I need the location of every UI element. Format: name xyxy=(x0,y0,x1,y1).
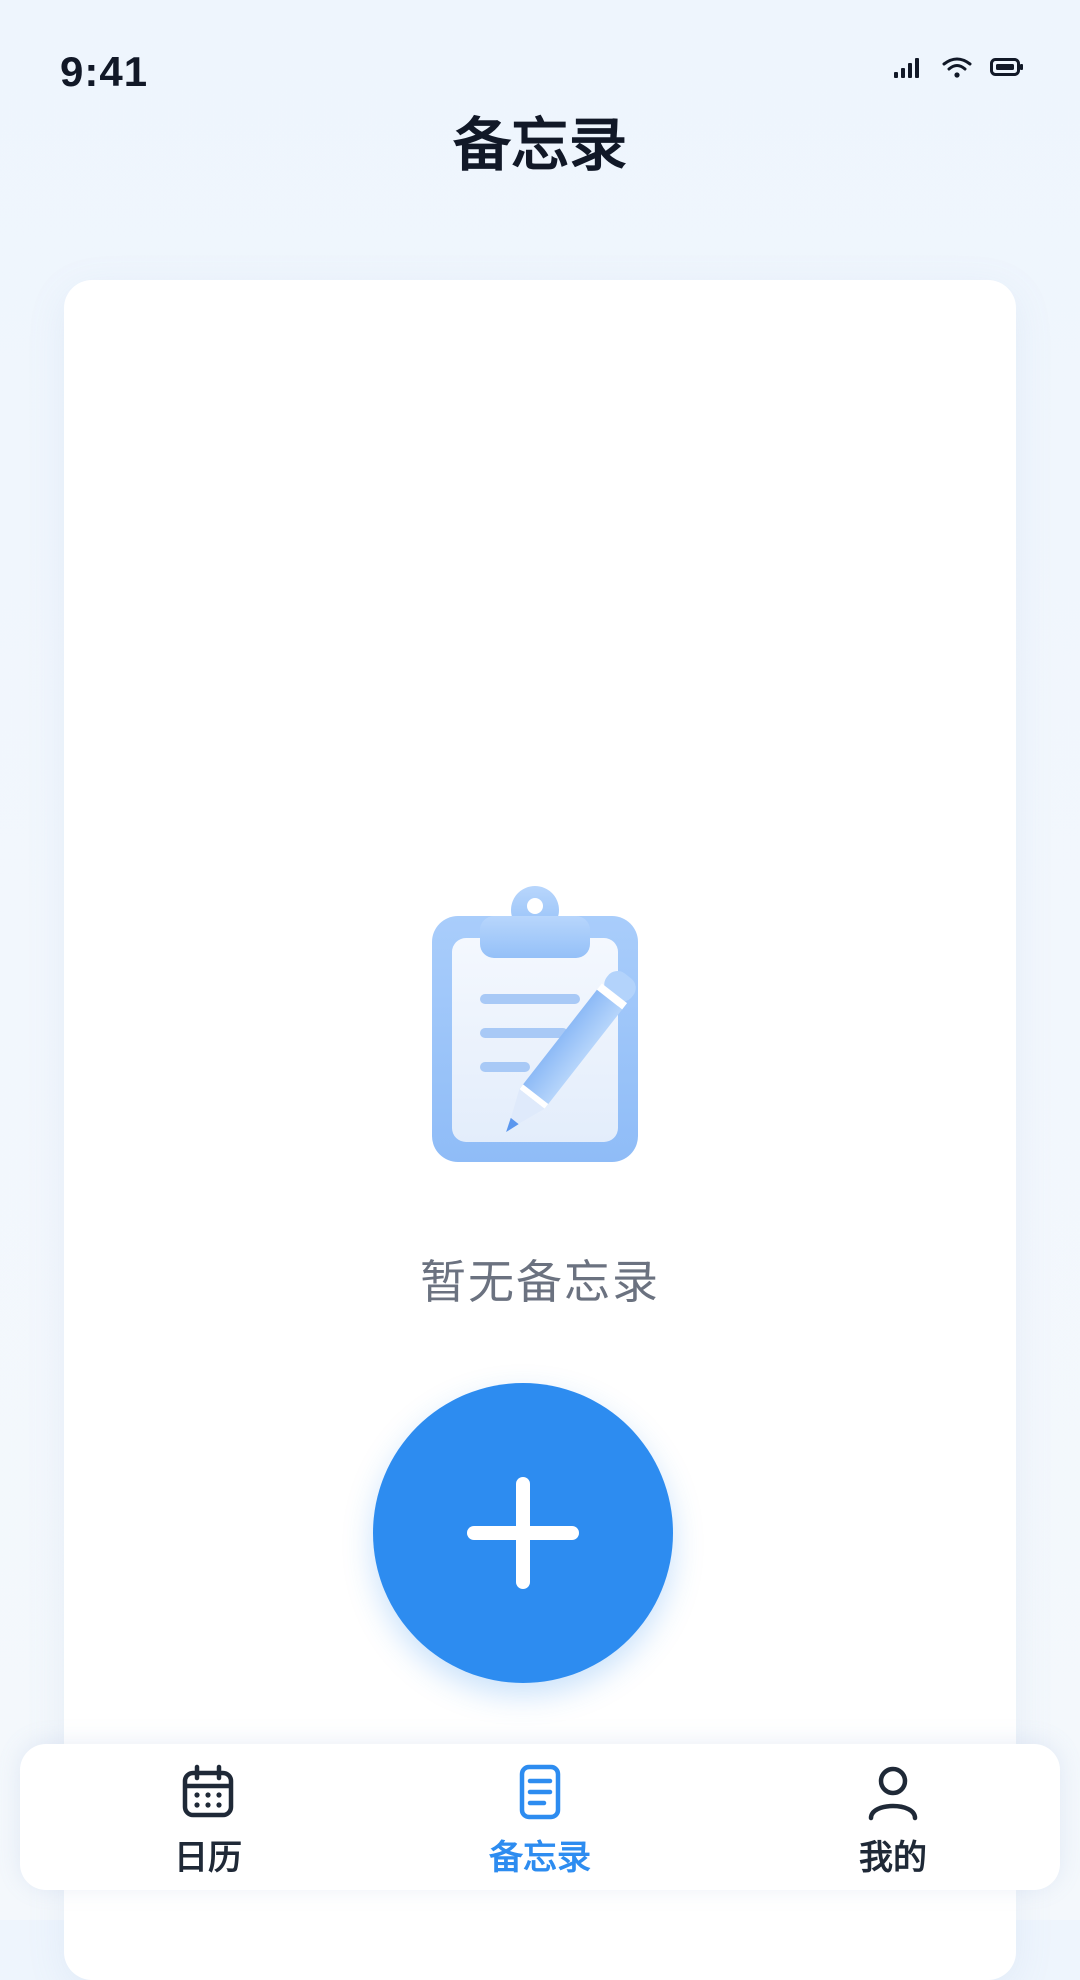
tab-label-memo: 备忘录 xyxy=(489,1838,591,1878)
wifi-icon xyxy=(942,56,972,78)
page-title: 备忘录 xyxy=(452,111,627,179)
signal-icon xyxy=(894,56,924,78)
status-icons xyxy=(894,56,1024,78)
plus-icon xyxy=(467,1477,579,1589)
tab-memo[interactable]: 备忘录 xyxy=(440,1744,640,1890)
tab-profile[interactable]: 我的 xyxy=(793,1744,993,1890)
calendar-icon xyxy=(178,1762,238,1822)
tab-label-profile: 我的 xyxy=(859,1838,927,1878)
document-icon xyxy=(510,1762,570,1822)
clipboard-pencil-icon xyxy=(420,880,680,1170)
add-memo-button[interactable] xyxy=(373,1383,673,1683)
bottom-tab-bar: 日历 备忘录 我的 xyxy=(20,1744,1060,1890)
user-icon xyxy=(863,1762,923,1822)
battery-icon xyxy=(990,56,1024,78)
empty-state-message: 暂无备忘录 xyxy=(420,1255,660,1309)
tab-label-calendar: 日历 xyxy=(174,1838,242,1878)
status-time: 9:41 xyxy=(60,48,149,95)
tab-calendar[interactable]: 日历 xyxy=(108,1744,308,1890)
